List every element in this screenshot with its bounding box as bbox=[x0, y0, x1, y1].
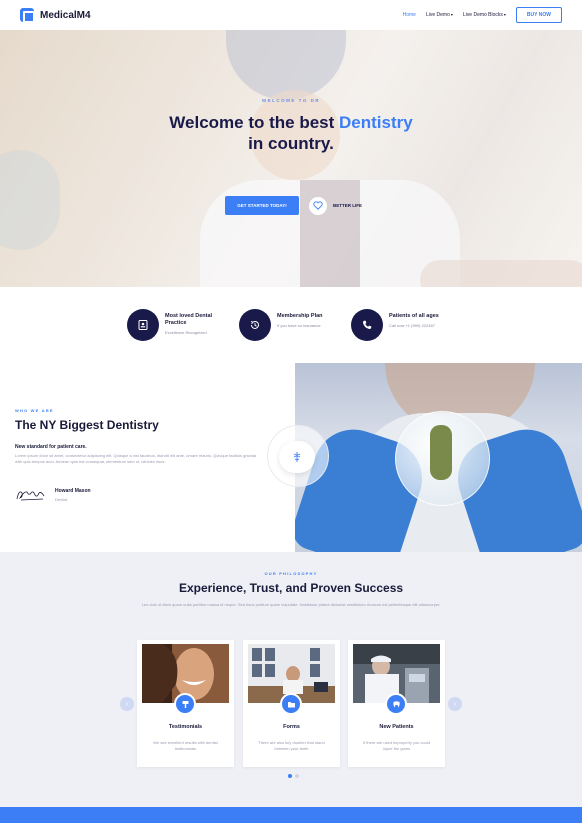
site-header: MedicalM4 Home Live Demo▾ Live Demo Bloc… bbox=[0, 0, 582, 30]
hero-title: Welcome to the best Dentistry in country… bbox=[0, 112, 582, 154]
service-card[interactable]: Testimonials We see excellent results wi… bbox=[137, 640, 234, 767]
about-body: Lorem ipsum dolor sit amet, consectetur … bbox=[15, 453, 257, 464]
photo-plant bbox=[430, 425, 452, 480]
hero-title-part: Welcome to the best bbox=[169, 113, 340, 132]
phone-icon bbox=[351, 309, 383, 341]
nav-item-live-demo-blocks[interactable]: Live Demo Blocks▾ bbox=[463, 12, 506, 18]
folder-icon bbox=[280, 693, 302, 715]
tooth-icon bbox=[385, 693, 407, 715]
hero-overlay bbox=[0, 30, 582, 287]
about-kicker: WHO WE ARE bbox=[15, 408, 54, 413]
feature-title: Membership Plan bbox=[277, 313, 323, 319]
person-name: Howard Mason bbox=[55, 488, 91, 494]
feature-title: Most loved Dental Practice bbox=[165, 313, 213, 326]
badge-icon bbox=[127, 309, 159, 341]
carousel-prev-button[interactable]: ‹ bbox=[120, 697, 134, 711]
caret-down-icon: ▾ bbox=[503, 12, 506, 17]
footer-band bbox=[0, 807, 582, 823]
get-started-button[interactable]: GET STARTED TODAY! bbox=[225, 196, 299, 215]
signature-image bbox=[16, 491, 45, 501]
card-desc: There are also key doubter that stand be… bbox=[258, 740, 325, 751]
nav-item-live-demo[interactable]: Live Demo▾ bbox=[426, 12, 453, 18]
about-photo bbox=[295, 363, 582, 552]
hero-title-line2: in country. bbox=[248, 134, 334, 153]
feature-desc: Excellence Recognized bbox=[165, 330, 207, 335]
about-title: The NY Biggest Dentistry bbox=[15, 418, 159, 432]
feature-item: Most loved Dental Practice Excellence Re… bbox=[127, 309, 223, 341]
better-life-label: BETTER LIFE bbox=[333, 203, 362, 208]
brand-name: MedicalM4 bbox=[40, 9, 91, 21]
features-strip: Most loved Dental Practice Excellence Re… bbox=[0, 287, 582, 363]
feature-desc: Call now +1 (999) 222487 bbox=[389, 323, 435, 328]
hero-section: WELCOME TO DR Welcome to the best Dentis… bbox=[0, 30, 582, 287]
main-nav: Home Live Demo▾ Live Demo Blocks▾ BUY NO… bbox=[403, 7, 562, 23]
nav-item-label: Live Demo bbox=[425, 12, 450, 18]
brush-icon bbox=[174, 693, 196, 715]
feature-desc: If you have no insurance bbox=[277, 323, 321, 328]
service-card[interactable]: Forms There are also key doubter that st… bbox=[243, 640, 340, 767]
feature-title: Patients of all ages bbox=[389, 313, 439, 319]
philosophy-section: OUR PHILOSOPHY Experience, Trust, and Pr… bbox=[0, 552, 582, 807]
logo[interactable]: MedicalM4 bbox=[20, 8, 91, 23]
carousel-next-button[interactable]: › bbox=[448, 697, 462, 711]
buy-now-button[interactable]: BUY NOW bbox=[515, 7, 562, 23]
heart-icon bbox=[309, 196, 327, 215]
caret-down-icon: ▾ bbox=[450, 12, 453, 17]
about-lead: New standard for patient care. bbox=[15, 444, 87, 450]
nav-item-label: Live Demo Blocks bbox=[462, 12, 503, 18]
nav-item-home[interactable]: Home bbox=[403, 12, 416, 18]
caduceus-button[interactable] bbox=[279, 441, 315, 473]
chevron-right-icon: › bbox=[453, 700, 457, 708]
pagination-dot[interactable] bbox=[295, 774, 299, 778]
card-desc: If there are used improperly you could i… bbox=[362, 740, 431, 751]
chevron-left-icon: ‹ bbox=[125, 700, 129, 708]
logo-mark-icon bbox=[20, 8, 35, 23]
feature-item: Patients of all ages Call now +1 (999) 2… bbox=[351, 309, 447, 341]
better-life-link[interactable]: BETTER LIFE bbox=[309, 196, 362, 215]
service-card[interactable]: New Patients If there are used improperl… bbox=[348, 640, 445, 767]
philosophy-title: Experience, Trust, and Proven Success bbox=[178, 581, 404, 595]
card-title: New Patients bbox=[379, 724, 414, 730]
feature-item: Membership Plan If you have no insurance bbox=[239, 309, 335, 341]
philosophy-body: Leo duis ut diam quam nulla porttitor ma… bbox=[141, 602, 441, 607]
pagination-dot[interactable] bbox=[288, 774, 292, 778]
signature-block: Howard Mason Dentist bbox=[15, 487, 91, 503]
person-role: Dentist bbox=[55, 497, 68, 502]
philosophy-kicker: OUR PHILOSOPHY bbox=[264, 571, 318, 576]
card-title: Forms bbox=[283, 724, 300, 730]
caduceus-icon bbox=[293, 452, 301, 462]
hero-kicker: WELCOME TO DR bbox=[261, 98, 321, 103]
history-icon bbox=[239, 309, 271, 341]
card-title: Testimonials bbox=[168, 724, 203, 730]
hero-actions: GET STARTED TODAY! BETTER LIFE bbox=[225, 196, 362, 215]
carousel-pagination bbox=[288, 774, 299, 778]
hero-title-accent: Dentistry bbox=[339, 113, 413, 132]
card-desc: We see excellent results with dentist te… bbox=[153, 740, 218, 751]
